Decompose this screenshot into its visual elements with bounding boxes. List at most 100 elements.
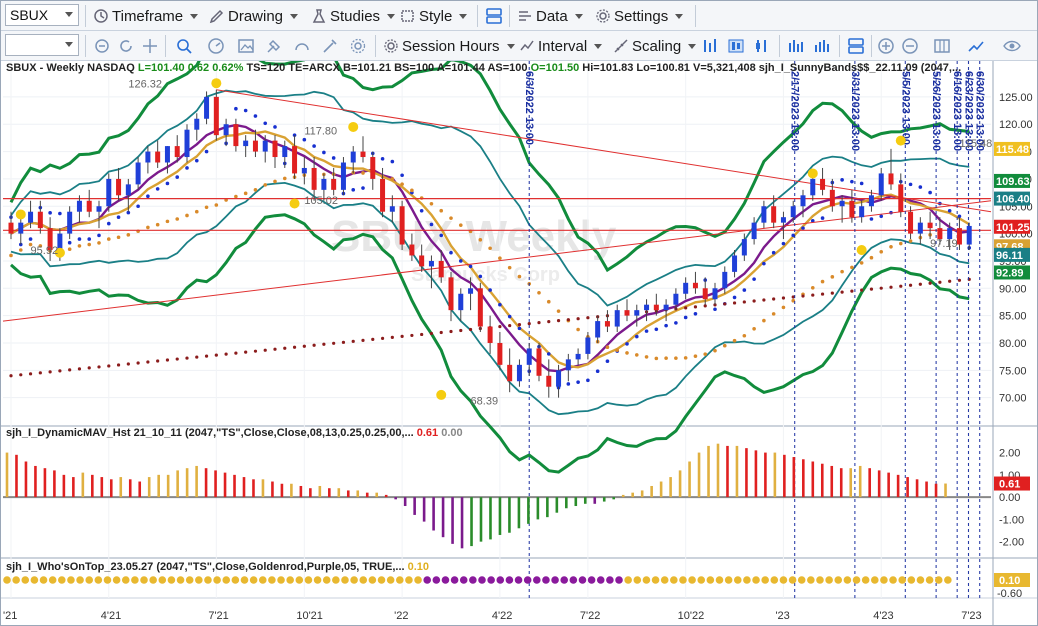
timeframe-icon [94, 9, 108, 23]
volume-icon[interactable] [787, 37, 805, 55]
interval-combo[interactable] [5, 34, 79, 56]
interval-menu[interactable]: Interval [519, 35, 603, 57]
studies-label: Studies [330, 7, 381, 25]
eye-icon[interactable] [1003, 37, 1021, 55]
session-hours-menu[interactable]: Session Hours [383, 35, 515, 57]
maroon-dot [175, 357, 179, 361]
secondary-toolbar: Session Hours Interval Scaling [1, 31, 1037, 61]
chevron-down-icon[interactable] [65, 12, 73, 17]
candle-body [96, 206, 102, 212]
chevron-down-icon [290, 13, 299, 19]
zoom-icon[interactable] [175, 37, 193, 55]
candle-body [516, 364, 522, 382]
maroon-dot [68, 368, 72, 372]
orange-dot [771, 312, 776, 316]
symbol-input[interactable]: SBUX [5, 4, 79, 26]
who-on-top-dot [76, 576, 84, 584]
orange-dot [106, 237, 111, 241]
orange-dot [850, 265, 854, 270]
volume-alt-icon[interactable] [813, 37, 831, 55]
who-on-top-dot [752, 576, 760, 584]
x-axis-tick: 4'23 [873, 610, 893, 622]
data-menu[interactable]: Data [517, 5, 583, 27]
swing-point-marker [348, 121, 359, 132]
candle-body [477, 288, 483, 327]
candle-body [663, 304, 669, 311]
maroon-dot [234, 351, 238, 355]
orange-dot [889, 244, 893, 249]
maroon-dot [312, 343, 316, 347]
maroon-dot [459, 328, 463, 333]
candle-icon[interactable] [727, 37, 745, 55]
orange-dot [253, 188, 258, 192]
maroon-dot [449, 329, 453, 334]
candle-body [57, 233, 63, 250]
layout-icon[interactable] [485, 7, 503, 25]
paint-icon[interactable] [265, 37, 283, 55]
tools-icon[interactable] [321, 37, 339, 55]
timeframe-menu[interactable]: Timeframe [93, 5, 199, 27]
candle-body [28, 211, 34, 223]
maroon-dot [869, 287, 874, 291]
bar-chart-icon[interactable] [701, 37, 719, 55]
zoom-out-icon[interactable] [901, 37, 919, 55]
candle-body [8, 222, 14, 234]
style-menu[interactable]: Style [400, 5, 468, 27]
candle-body [145, 151, 151, 163]
ohlc-icon[interactable] [753, 37, 771, 55]
x-axis-tick: 4'21 [101, 610, 121, 622]
trend-icon[interactable] [967, 37, 985, 55]
blue-dot [664, 323, 668, 328]
blue-dot [869, 217, 874, 221]
x-axis-tick: '21 [3, 610, 17, 622]
who-on-top-dot [505, 576, 514, 584]
gauge-icon[interactable] [207, 37, 225, 55]
gear-icon[interactable] [349, 37, 367, 55]
link-icon[interactable] [93, 37, 111, 55]
panel2-value2: 0.00 [441, 427, 463, 439]
orange-dot [155, 222, 160, 227]
image-icon[interactable] [237, 37, 255, 55]
gear-icon [384, 39, 398, 53]
panel2-axis-tick: -2.00 [999, 537, 1024, 549]
layout-icon[interactable] [847, 37, 865, 55]
orange-dot [556, 309, 561, 313]
studies-menu[interactable]: Studies [311, 5, 396, 27]
candle-body [116, 178, 122, 196]
who-on-top-dot [578, 576, 587, 584]
who-on-top-dot [103, 576, 112, 584]
scaling-menu[interactable]: Scaling [613, 35, 697, 57]
blue-dot [762, 261, 766, 266]
drawing-menu[interactable]: Drawing [209, 5, 299, 27]
orange-dot [478, 238, 483, 242]
who-on-top-dot [222, 576, 231, 584]
who-on-top-dot [688, 576, 696, 584]
maroon-dot [341, 340, 346, 344]
who-on-top-dot [761, 576, 769, 584]
refresh-icon[interactable] [117, 37, 135, 55]
settings-menu[interactable]: Settings [595, 5, 684, 27]
who-on-top-dot [889, 576, 897, 584]
orange-dot [185, 213, 189, 218]
chevron-down-icon [675, 13, 684, 19]
crosshair-icon[interactable] [141, 37, 159, 55]
who-on-top-dot [834, 576, 843, 584]
candle-body [194, 118, 200, 130]
speed-icon[interactable] [293, 37, 311, 55]
maroon-dot [732, 301, 737, 305]
candle-body [360, 151, 366, 158]
blue-dot [693, 312, 698, 316]
date-marker-label: 3/31/2023 13:00 [849, 71, 861, 151]
who-on-top-dot [907, 576, 916, 584]
who-on-top-dot [770, 576, 779, 584]
price-axis-tick: 90.00 [999, 283, 1027, 295]
grid-icon[interactable] [933, 37, 951, 55]
maroon-dot [28, 372, 33, 376]
who-on-top-dot [423, 576, 431, 584]
who-on-top-dot [213, 576, 221, 584]
maroon-dot [87, 366, 91, 370]
zoom-in-icon[interactable] [877, 37, 895, 55]
maroon-dot [918, 282, 922, 286]
chart-area[interactable]: 125.00120.00115.00110.00105.00100.0095.0… [1, 61, 1037, 625]
chevron-down-icon[interactable] [65, 42, 73, 47]
